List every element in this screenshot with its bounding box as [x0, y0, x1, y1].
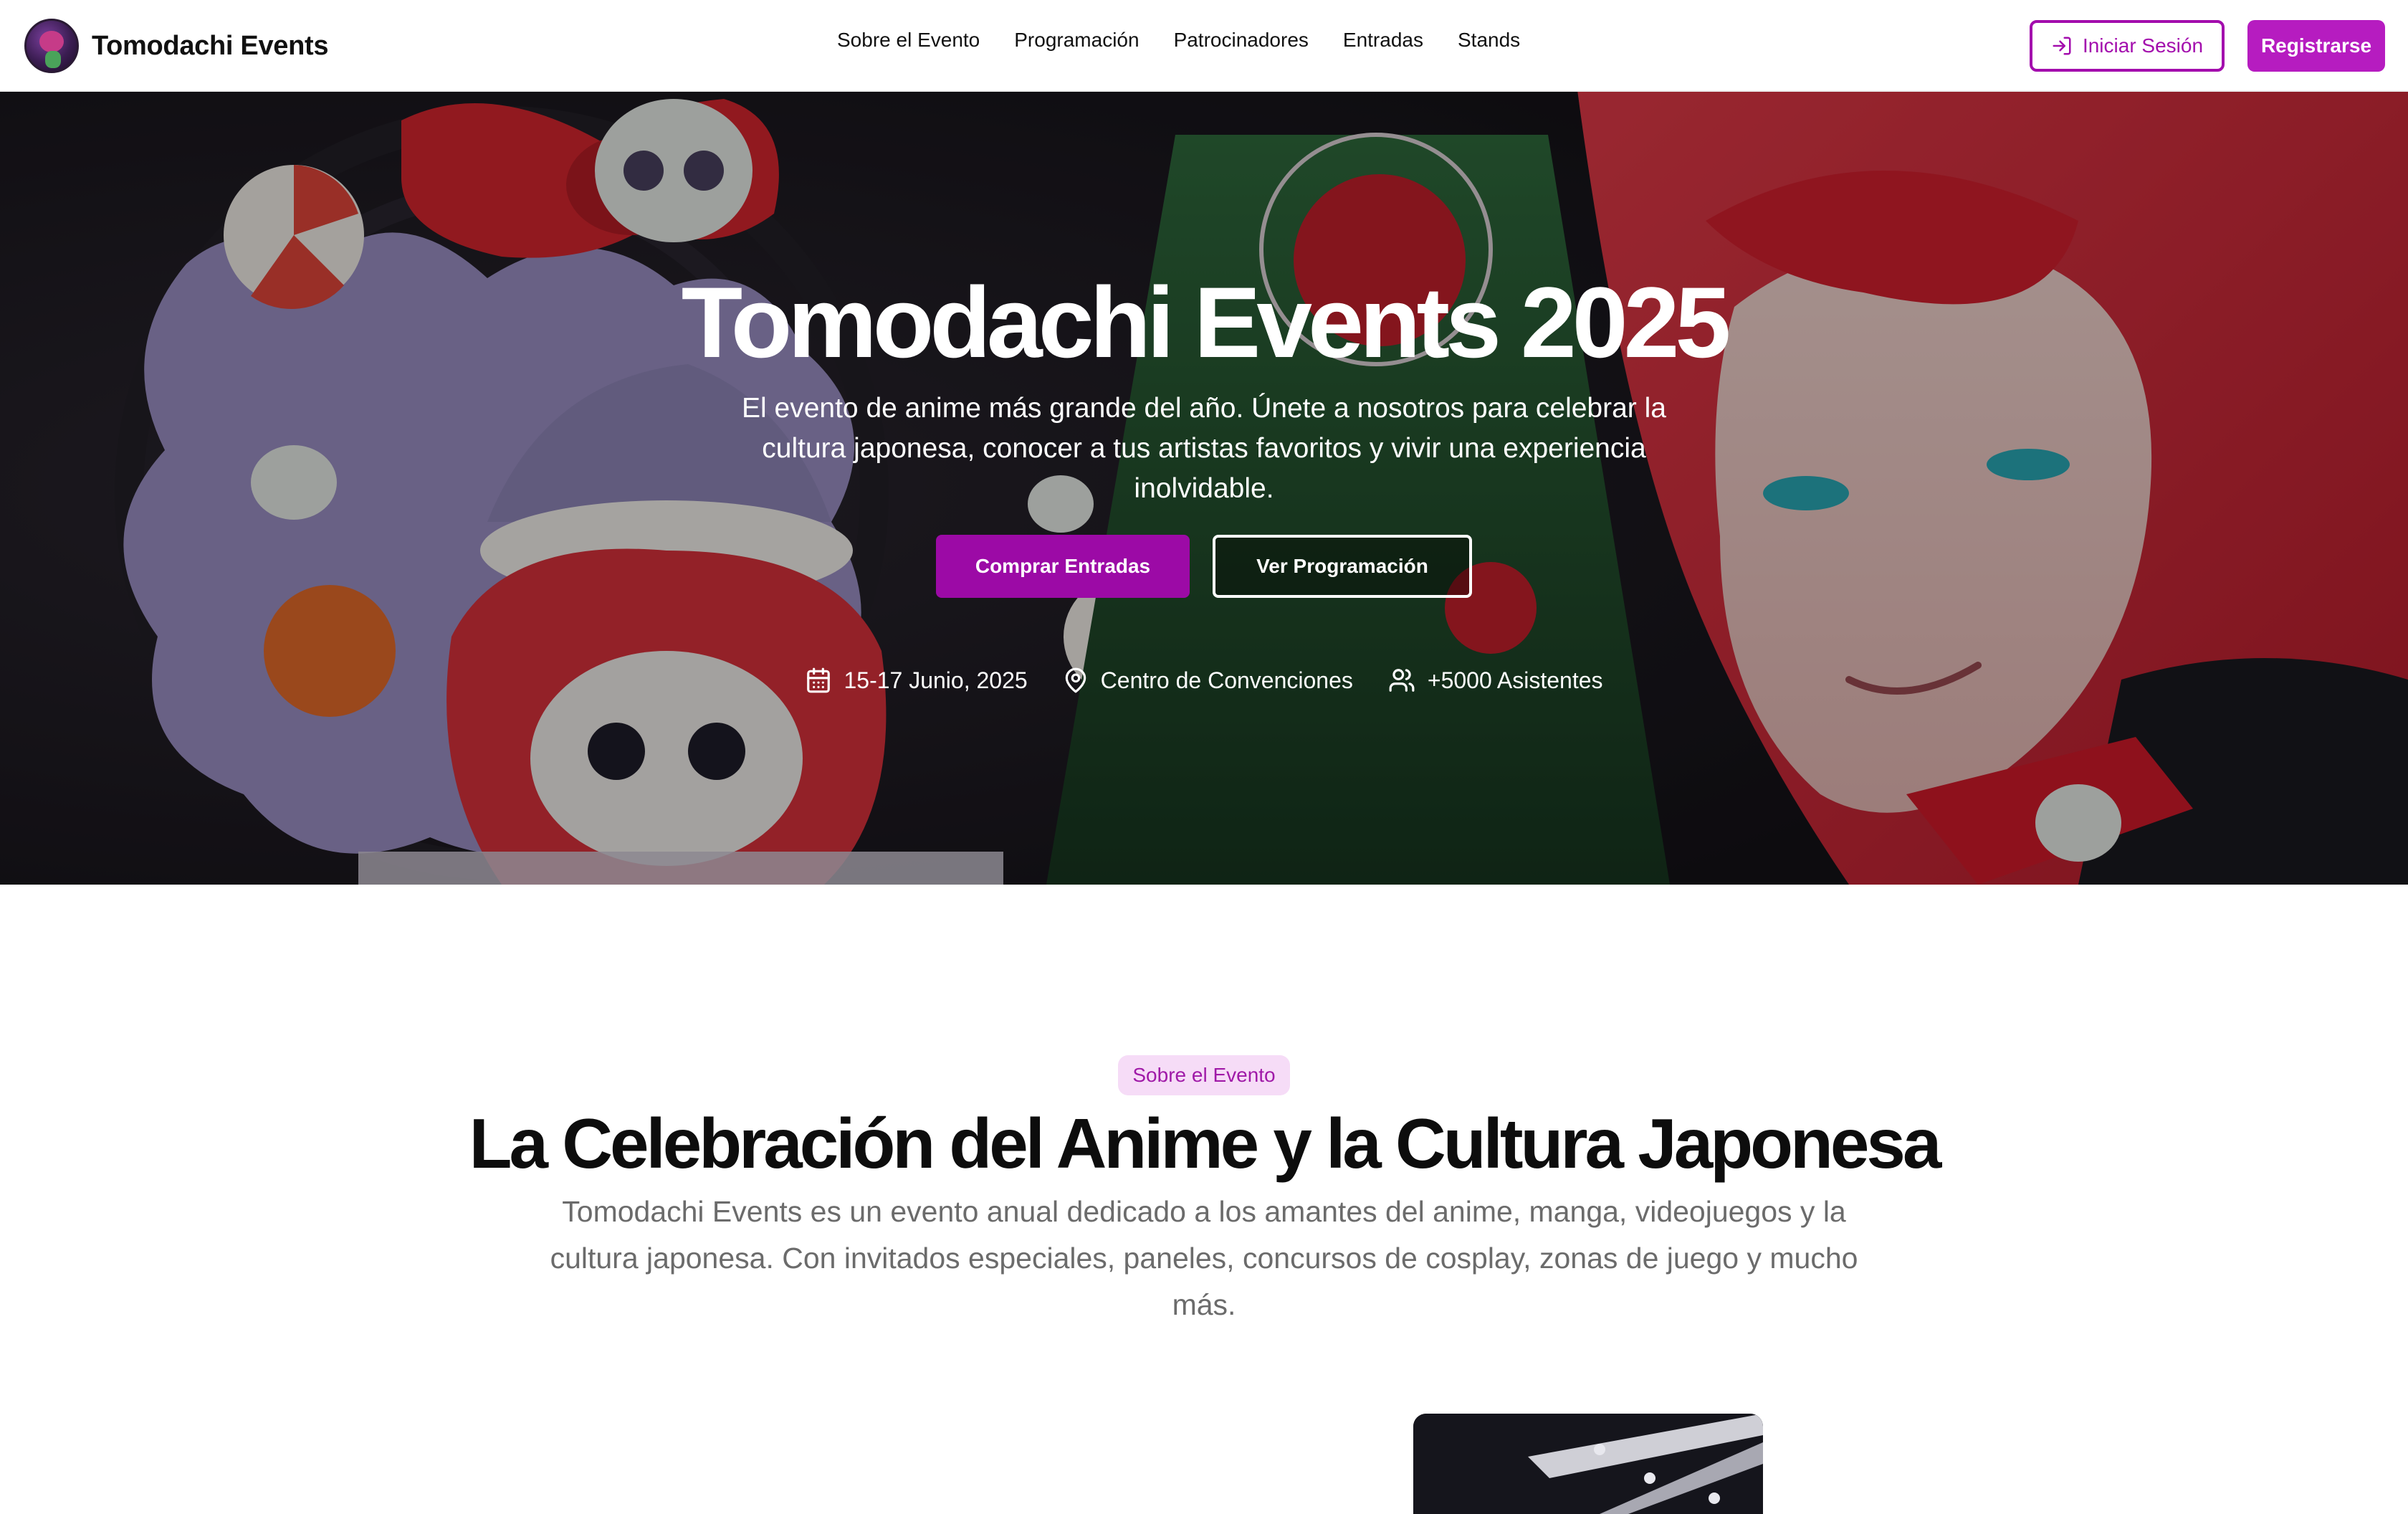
nav-link-sobre-el-evento[interactable]: Sobre el Evento: [837, 29, 980, 52]
calendar-icon: [807, 667, 831, 693]
event-location: Centro de Convenciones: [1062, 667, 1353, 694]
nav-link-stands[interactable]: Stands: [1458, 29, 1520, 52]
stage-lights-image: [1413, 1414, 1763, 1514]
event-date-text: 15-17 Junio, 2025: [844, 667, 1028, 693]
users-icon: [1389, 669, 1415, 692]
log-in-icon: [2053, 37, 2071, 55]
navbar: Tomodachi Events Sobre el Evento Program…: [0, 0, 2408, 92]
nav-link-patrocinadores[interactable]: Patrocinadores: [1174, 29, 1309, 52]
nav-link-entradas[interactable]: Entradas: [1343, 29, 1423, 52]
brand-name: Tomodachi Events: [92, 30, 329, 61]
register-label: Registrarse: [2260, 34, 2372, 57]
about-description: Tomodachi Events es un evento anual dedi…: [550, 1195, 1858, 1321]
main-nav: Sobre el Evento Programación Patrocinado…: [837, 29, 1554, 52]
login-label: Iniciar Sesión: [2082, 34, 2204, 57]
login-button[interactable]: Iniciar Sesión: [2030, 20, 2225, 72]
about-title: La Celebración del Anime y la Cultura Ja…: [469, 1104, 1942, 1183]
view-schedule-label: Ver Programación: [1256, 555, 1428, 577]
buy-tickets-button[interactable]: Comprar Entradas: [936, 535, 1190, 598]
event-date: 15-17 Junio, 2025: [805, 667, 1028, 694]
event-attendees: +5000 Asistentes: [1387, 667, 1603, 694]
section-badge: Sobre el Evento: [1118, 1055, 1290, 1095]
nav-link-programacion[interactable]: Programación: [1014, 29, 1139, 52]
about-event-photo: [1413, 1414, 1763, 1514]
event-attendees-text: +5000 Asistentes: [1427, 667, 1603, 693]
buy-tickets-label: Comprar Entradas: [975, 555, 1151, 577]
brand-home-link[interactable]: Tomodachi Events: [24, 19, 329, 73]
view-schedule-button[interactable]: Ver Programación: [1213, 535, 1472, 598]
hero-title: Tomodachi Events 2025: [681, 266, 1731, 378]
hero-section: Tomodachi Events 2025 El evento de anime…: [0, 92, 2408, 885]
brand-logo: [24, 19, 79, 73]
event-meta: 15-17 Junio, 2025 Centro de Convenciones…: [0, 667, 2408, 694]
register-button[interactable]: Registrarse: [2247, 20, 2385, 72]
hero-subtitle: El evento de anime más grande del año. Ú…: [742, 393, 1666, 504]
map-pin-icon: [1065, 667, 1086, 693]
event-location-text: Centro de Convenciones: [1100, 667, 1353, 693]
